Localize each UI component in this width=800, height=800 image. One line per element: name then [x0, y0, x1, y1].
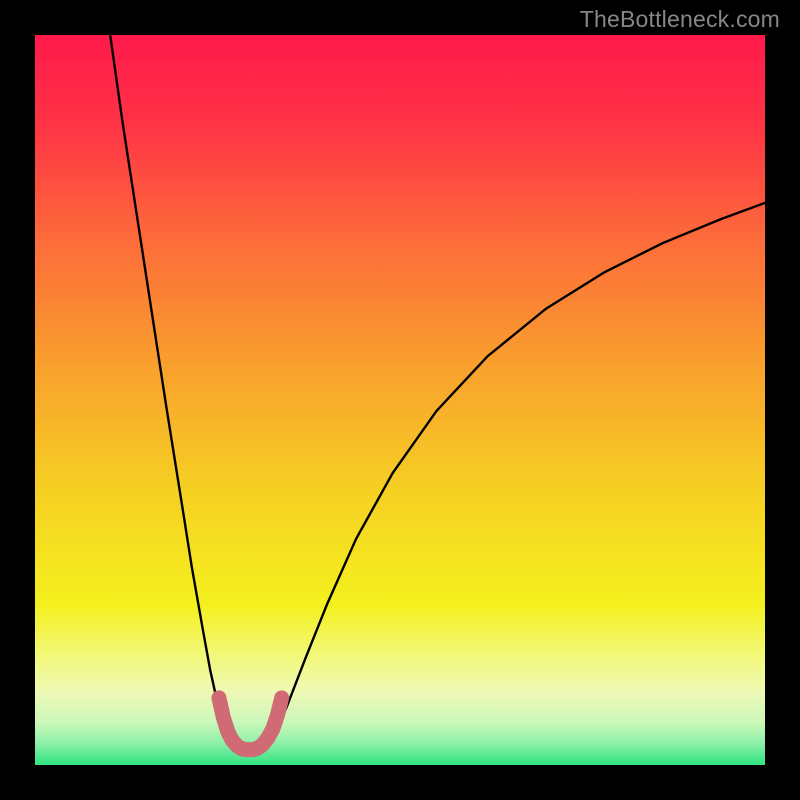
chart-frame: TheBottleneck.com: [0, 0, 800, 800]
curve-valley: [219, 698, 282, 750]
curve-right: [270, 203, 765, 743]
bottleneck-curve: [35, 35, 765, 765]
plot-area: [35, 35, 765, 765]
watermark-text: TheBottleneck.com: [580, 6, 780, 33]
curve-left: [110, 35, 230, 743]
